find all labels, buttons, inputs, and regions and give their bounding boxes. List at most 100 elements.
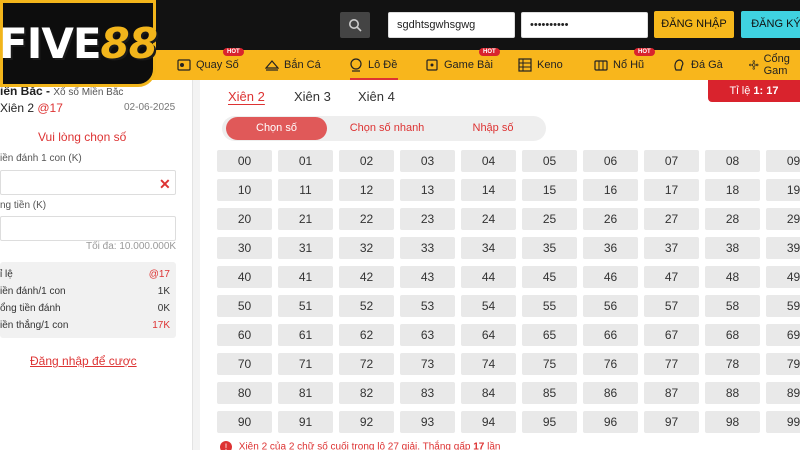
tab-xien-4[interactable]: Xiên 4 (358, 89, 395, 104)
number-cell[interactable]: 30 (217, 237, 272, 259)
number-cell[interactable]: 02 (339, 150, 394, 172)
number-cell[interactable]: 99 (766, 411, 800, 433)
number-cell[interactable]: 54 (461, 295, 516, 317)
number-cell[interactable]: 64 (461, 324, 516, 346)
number-cell[interactable]: 74 (461, 353, 516, 375)
total-input[interactable] (0, 216, 176, 241)
number-cell[interactable]: 79 (766, 353, 800, 375)
login-to-bet-link[interactable]: Đăng nhập để cược (30, 354, 137, 368)
number-cell[interactable]: 38 (705, 237, 760, 259)
nav-item-lo-de[interactable]: Lô Đề (349, 50, 397, 80)
number-cell[interactable]: 35 (522, 237, 577, 259)
number-cell[interactable]: 25 (522, 208, 577, 230)
number-cell[interactable]: 47 (644, 266, 699, 288)
number-cell[interactable]: 27 (644, 208, 699, 230)
number-cell[interactable]: 46 (583, 266, 638, 288)
number-cell[interactable]: 55 (522, 295, 577, 317)
number-cell[interactable]: 83 (400, 382, 455, 404)
number-cell[interactable]: 28 (705, 208, 760, 230)
number-cell[interactable]: 11 (278, 179, 333, 201)
number-cell[interactable]: 80 (217, 382, 272, 404)
number-cell[interactable]: 58 (705, 295, 760, 317)
number-cell[interactable]: 60 (217, 324, 272, 346)
nav-item-no-hu[interactable]: HOT Nổ Hũ (594, 48, 655, 80)
number-cell[interactable]: 90 (217, 411, 272, 433)
register-button[interactable]: ĐĂNG KÝ (741, 11, 800, 38)
number-cell[interactable]: 97 (644, 411, 699, 433)
number-cell[interactable]: 89 (766, 382, 800, 404)
number-cell[interactable]: 36 (583, 237, 638, 259)
mode-pick-number[interactable]: Chọn số (226, 117, 327, 140)
nav-item-da-ga[interactable]: Đá Gà (672, 50, 723, 80)
number-cell[interactable]: 76 (583, 353, 638, 375)
number-cell[interactable]: 68 (705, 324, 760, 346)
number-cell[interactable]: 10 (217, 179, 272, 201)
number-cell[interactable]: 04 (461, 150, 516, 172)
number-cell[interactable]: 86 (583, 382, 638, 404)
logo[interactable]: FIVE88 (0, 0, 158, 87)
number-cell[interactable]: 48 (705, 266, 760, 288)
number-cell[interactable]: 61 (278, 324, 333, 346)
number-cell[interactable]: 03 (400, 150, 455, 172)
number-cell[interactable]: 12 (339, 179, 394, 201)
number-cell[interactable]: 98 (705, 411, 760, 433)
amount-input[interactable] (0, 170, 176, 195)
nav-item-game-bai[interactable]: HOT Game Bài (425, 48, 500, 80)
search-button[interactable] (340, 12, 370, 38)
number-cell[interactable]: 70 (217, 353, 272, 375)
number-cell[interactable]: 37 (644, 237, 699, 259)
number-cell[interactable]: 93 (400, 411, 455, 433)
number-cell[interactable]: 82 (339, 382, 394, 404)
number-cell[interactable]: 29 (766, 208, 800, 230)
number-cell[interactable]: 50 (217, 295, 272, 317)
number-cell[interactable]: 33 (400, 237, 455, 259)
number-cell[interactable]: 95 (522, 411, 577, 433)
number-cell[interactable]: 40 (217, 266, 272, 288)
number-cell[interactable]: 87 (644, 382, 699, 404)
number-cell[interactable]: 57 (644, 295, 699, 317)
number-cell[interactable]: 41 (278, 266, 333, 288)
number-cell[interactable]: 53 (400, 295, 455, 317)
tab-xien-3[interactable]: Xiên 3 (294, 89, 331, 104)
number-cell[interactable]: 45 (522, 266, 577, 288)
number-cell[interactable]: 59 (766, 295, 800, 317)
number-cell[interactable]: 62 (339, 324, 394, 346)
number-cell[interactable]: 31 (278, 237, 333, 259)
username-input[interactable]: sgdhtsgwhsgwg (388, 12, 515, 38)
number-cell[interactable]: 44 (461, 266, 516, 288)
number-cell[interactable]: 81 (278, 382, 333, 404)
number-cell[interactable]: 91 (278, 411, 333, 433)
nav-item-keno[interactable]: Keno (518, 50, 563, 80)
number-cell[interactable]: 72 (339, 353, 394, 375)
number-cell[interactable]: 32 (339, 237, 394, 259)
number-cell[interactable]: 71 (278, 353, 333, 375)
number-cell[interactable]: 94 (461, 411, 516, 433)
login-button[interactable]: ĐĂNG NHẬP (654, 11, 734, 38)
number-cell[interactable]: 39 (766, 237, 800, 259)
mode-quick-pick[interactable]: Chọn số nhanh (332, 117, 442, 140)
password-input[interactable]: •••••••••• (521, 12, 648, 38)
number-cell[interactable]: 06 (583, 150, 638, 172)
number-cell[interactable]: 23 (400, 208, 455, 230)
number-cell[interactable]: 51 (278, 295, 333, 317)
number-cell[interactable]: 22 (339, 208, 394, 230)
tab-xien-2[interactable]: Xiên 2 (228, 89, 265, 104)
nav-item-cong-game[interactable]: Cổng Gam (749, 50, 800, 80)
number-cell[interactable]: 69 (766, 324, 800, 346)
number-cell[interactable]: 66 (583, 324, 638, 346)
number-cell[interactable]: 01 (278, 150, 333, 172)
number-cell[interactable]: 26 (583, 208, 638, 230)
number-cell[interactable]: 16 (583, 179, 638, 201)
number-cell[interactable]: 34 (461, 237, 516, 259)
number-cell[interactable]: 09 (766, 150, 800, 172)
clear-icon[interactable]: ✕ (159, 176, 171, 193)
number-cell[interactable]: 21 (278, 208, 333, 230)
number-cell[interactable]: 18 (705, 179, 760, 201)
number-cell[interactable]: 92 (339, 411, 394, 433)
number-cell[interactable]: 08 (705, 150, 760, 172)
number-cell[interactable]: 84 (461, 382, 516, 404)
number-cell[interactable]: 73 (400, 353, 455, 375)
number-cell[interactable]: 63 (400, 324, 455, 346)
number-cell[interactable]: 24 (461, 208, 516, 230)
number-cell[interactable]: 78 (705, 353, 760, 375)
